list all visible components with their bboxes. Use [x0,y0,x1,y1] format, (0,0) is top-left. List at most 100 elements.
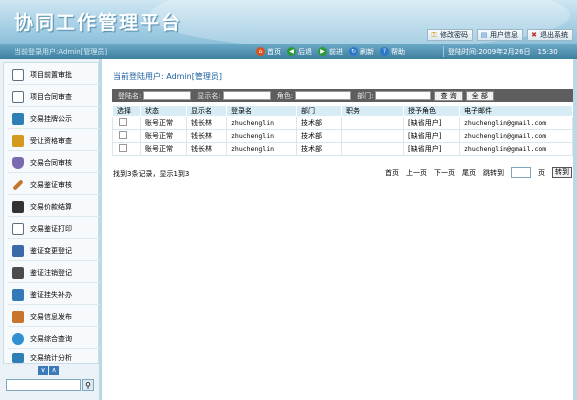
nav-refresh-link[interactable]: ↻ 刷新 [349,47,374,57]
header-buttons: ⚿ 修改密码 ▤ 用户信息 ✖ 退出系统 [427,29,573,41]
dept-label: 部门: [357,91,374,100]
email-cell: zhuchenglin@gmail.com [459,142,573,156]
col-position: 职务 [341,105,404,117]
sidebar-item-contract-review[interactable]: 项目合同审查 [8,87,100,107]
role-cell: [缺省用户] [403,142,460,156]
sidebar-item-comprehensive-query[interactable]: 交易综合查询 [8,329,100,349]
page-number-input[interactable] [511,167,531,178]
nav-back-link[interactable]: ◀ 后退 [287,47,312,57]
sidebar-item-label: 交易合同审核 [30,158,72,167]
last-page-link[interactable]: 尾页 [462,168,476,178]
table-row[interactable]: 账号正常 钱长林 zhuchenglin 技术部 [缺省用户] zhucheng… [112,142,573,156]
status-cell: 账号正常 [140,116,187,130]
dept-cell: 技术部 [296,142,342,156]
exit-button[interactable]: ✖ 退出系统 [527,29,573,41]
login-name-input[interactable] [143,91,192,100]
table-header: 选择 状态 显示名 登录名 部门 职务 授予角色 电子邮件 [112,105,573,117]
sidebar-item-qualification-review[interactable]: 受让资格审查 [8,131,100,151]
magnifier-icon [12,332,24,345]
row-checkbox[interactable] [119,144,127,152]
go-button[interactable]: 转到 [552,167,572,178]
role-cell: [缺省用户] [403,129,460,143]
user-table: 选择 状态 显示名 登录名 部门 职务 授予角色 电子邮件 账号正常 钱长林 z… [112,105,573,156]
sidebar-item-contract-audit[interactable]: 交易合同审核 [8,153,100,173]
query-button[interactable]: 查 询 [434,90,463,101]
login-time: 登陆时间:2009年2月26日 15:30 [448,47,558,56]
scroll-down-icon[interactable]: ∨ [38,366,48,375]
search-icon[interactable]: ⚲ [82,379,94,391]
user-info-button[interactable]: ▤ 用户信息 [477,29,523,41]
email-cell: zhuchenglin@gmail.com [459,116,573,130]
sidebar-item-change-registration[interactable]: 鉴证变更登记 [8,241,100,261]
sidebar: 项目前置审批 项目合同审查 交易挂牌公示 受让资格审查 交易合同审核 交易鉴证审… [0,59,102,400]
filter-bar: 登陆名: 显示名: 角色: 部门: 查 询 全 部 [112,89,573,102]
first-page-link[interactable]: 首页 [385,168,399,178]
pencil-icon [12,178,24,191]
document-icon [12,68,24,81]
nav-bar: 当前登录用户:Admin[管理员] ⌂ 首页 ◀ 后退 ▶ 前进 ↻ 刷新 ? … [0,44,577,59]
shield-icon [12,156,24,169]
role-input[interactable] [295,91,352,100]
row-select-cell [112,116,141,130]
nav-forward-link[interactable]: ▶ 前进 [318,47,343,57]
sidebar-item-settlement[interactable]: 交易价款结算 [8,197,100,217]
display-name-cell: 钱长林 [186,116,227,130]
help-icon: ? [380,47,389,56]
scroll-up-icon[interactable]: ∧ [49,366,59,375]
col-email: 电子邮件 [459,105,573,117]
position-cell [341,116,404,130]
main-content: 当前登陆用户: Admin[管理员] 登陆名: 显示名: 角色: 部门: 查 询… [105,59,577,400]
nav-links: ⌂ 首页 ◀ 后退 ▶ 前进 ↻ 刷新 ? 帮助 [256,47,405,57]
dept-cell: 技术部 [296,129,342,143]
next-page-link[interactable]: 下一页 [434,168,455,178]
table-row[interactable]: 账号正常 钱长林 zhuchenglin 技术部 [缺省用户] zhucheng… [112,116,573,130]
prev-page-link[interactable]: 上一页 [406,168,427,178]
sidebar-item-project-pre-approval[interactable]: 项目前置审批 [8,65,100,85]
display-name-cell: 钱长林 [186,129,227,143]
nav-help-link[interactable]: ? 帮助 [380,47,405,57]
document-refresh-icon [12,288,24,301]
sidebar-item-label: 鉴证挂失补办 [30,290,72,299]
sidebar-item-label: 交易挂牌公示 [30,114,72,123]
jump-label: 跳转到 [483,168,504,177]
sidebar-item-certification-print[interactable]: 交易鉴证打印 [8,219,100,239]
sidebar-item-label: 交易鉴证审核 [30,180,72,189]
nav-help-label: 帮助 [391,47,405,56]
sidebar-item-certification-audit[interactable]: 交易鉴证审核 [8,175,100,195]
show-all-button[interactable]: 全 部 [465,90,494,101]
dept-input[interactable] [375,91,432,100]
nav-forward-label: 前进 [329,47,343,56]
monitor-icon [12,112,24,125]
sidebar-search-input[interactable] [6,379,81,391]
row-checkbox[interactable] [119,118,127,126]
forward-icon: ▶ [318,47,327,56]
refresh-icon: ↻ [349,47,358,56]
contract-icon [12,90,24,103]
sidebar-item-cancel-registration[interactable]: 鉴证注销登记 [8,263,100,283]
change-password-label: 修改密码 [440,31,468,39]
sidebar-menu[interactable]: 项目前置审批 项目合同审查 交易挂牌公示 受让资格审查 交易合同审核 交易鉴证审… [3,62,100,364]
col-display-name: 显示名 [186,105,227,117]
app-title: 协同工作管理平台 [14,12,183,34]
sidebar-item-info-publish[interactable]: 交易信息发布 [8,307,100,327]
col-select: 选择 [112,105,141,117]
stamp-icon [12,266,24,279]
row-checkbox[interactable] [119,131,127,139]
sidebar-item-loss-reissue[interactable]: 鉴证挂失补办 [8,285,100,305]
sidebar-item-listing-publicity[interactable]: 交易挂牌公示 [8,109,100,129]
user-info-icon: ▤ [480,31,488,39]
display-name-cell: 钱长林 [186,142,227,156]
sidebar-item-label: 项目合同审查 [30,92,72,101]
sidebar-search: ⚲ [6,379,94,391]
edit-icon [12,134,24,147]
table-row[interactable]: 账号正常 钱长林 zhuchenglin 技术部 [缺省用户] zhucheng… [112,129,573,143]
display-name-input[interactable] [222,91,271,100]
app-header: 协同工作管理平台 ⚿ 修改密码 ▤ 用户信息 ✖ 退出系统 [0,0,577,44]
sidebar-item-statistics[interactable]: 交易统计分析 [8,351,100,364]
sidebar-item-label: 交易统计分析 [30,353,72,362]
nav-home-link[interactable]: ⌂ 首页 [256,47,281,57]
nav-refresh-label: 刷新 [360,47,374,56]
change-password-button[interactable]: ⚿ 修改密码 [427,29,473,41]
row-select-cell [112,129,141,143]
pagination: 首页 上一页 下一页 尾页 跳转到 页 转到 [385,167,572,178]
